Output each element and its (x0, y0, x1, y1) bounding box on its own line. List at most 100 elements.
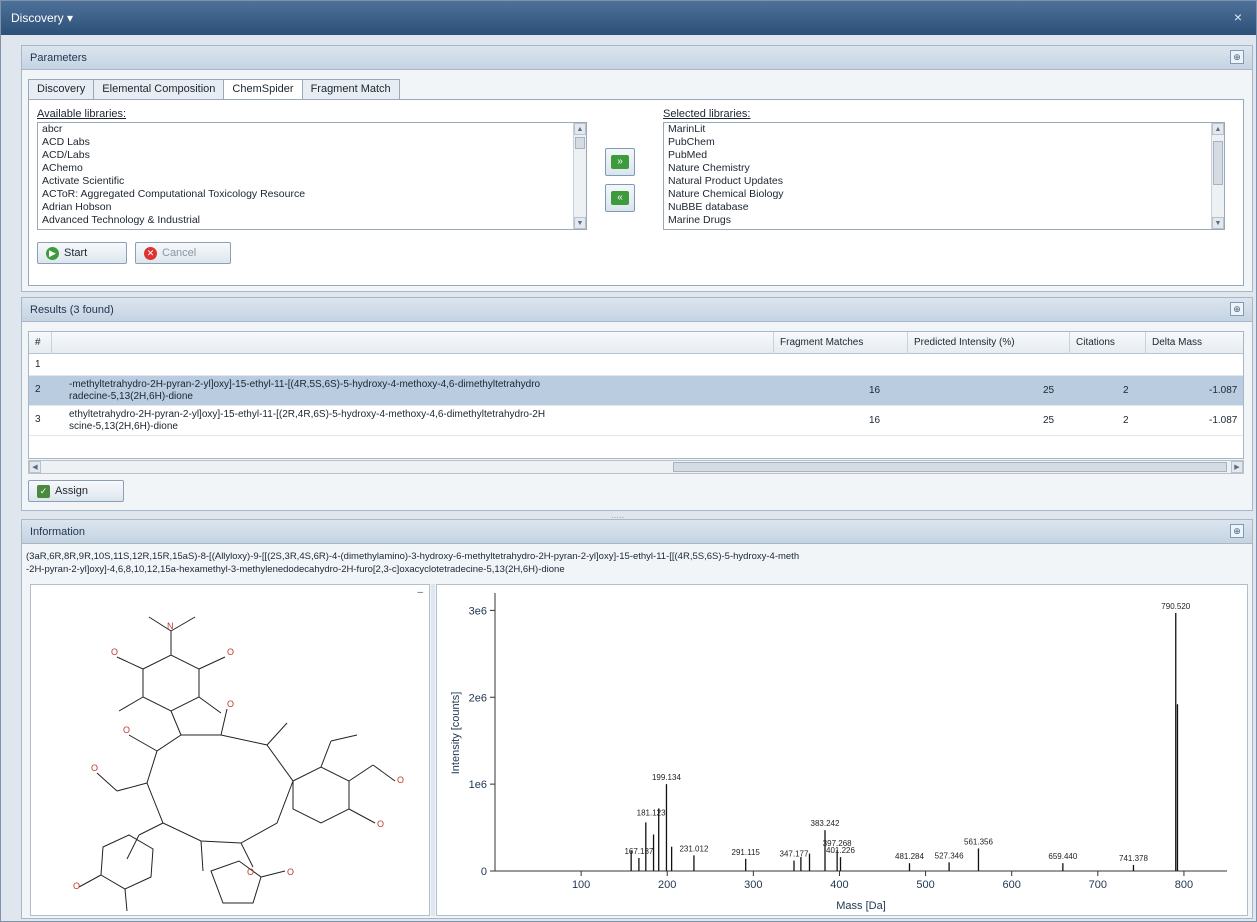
table-row[interactable]: 2 -methyltetrahydro-2H-pyran-2-yl]oxy]-1… (29, 376, 1243, 406)
selected-libraries-list[interactable]: MarinLit PubChem PubMed Nature Chemistry… (663, 122, 1225, 230)
available-libraries-label: Available libraries: (37, 108, 127, 120)
compound-name: (3aR,6R,8R,9R,10S,11S,12R,15R,15aS)-8-[(… (26, 550, 1248, 576)
list-item[interactable]: Activate Scientific (38, 175, 586, 188)
column-header-name[interactable] (51, 332, 773, 354)
svg-text:O: O (91, 763, 98, 773)
x-ticks: 100 200 300 400 500 600 700 800 (572, 871, 1193, 891)
scroll-up-icon[interactable]: ▲ (1212, 123, 1224, 135)
list-item[interactable]: PubMed (664, 149, 1224, 162)
results-panel: Results (3 found) ⊕ # Fragment Matches P… (21, 297, 1253, 511)
x-axis-label: Mass [Da] (836, 900, 886, 912)
list-item[interactable]: ACToR: Aggregated Computational Toxicolo… (38, 188, 586, 201)
x-tick-label: 200 (658, 879, 676, 891)
peak-label: 231.012 (679, 844, 708, 853)
column-header-citations[interactable]: Citations (1069, 332, 1145, 354)
list-item[interactable]: ACD Labs (38, 136, 586, 149)
list-item[interactable]: ACD/Labs (38, 149, 586, 162)
list-item[interactable]: PubChem (664, 136, 1224, 149)
tab-elemental-composition[interactable]: Elemental Composition (93, 79, 225, 99)
list-item[interactable]: Nature Chemistry (664, 162, 1224, 175)
row-delta-mass: -1.087 (1209, 385, 1238, 396)
scroll-thumb[interactable] (673, 462, 1227, 472)
table-row[interactable]: 3 ethyltetrahydro-2H-pyran-2-yl]oxy]-15-… (29, 406, 1243, 436)
x-tick-label: 700 (1089, 879, 1107, 891)
column-header-predicted-intensity[interactable]: Predicted Intensity (%) (907, 332, 1069, 354)
mass-spectrum-chart[interactable]: 100 200 300 400 500 600 700 800 0 1e6 2e6 3e6 167.… (436, 584, 1248, 916)
peak-label: 790.520 (1161, 602, 1190, 611)
collapse-icon[interactable]: ⊕ (1230, 50, 1244, 64)
scroll-up-icon[interactable]: ▲ (574, 123, 586, 135)
peak-label: 181.123 (637, 808, 666, 817)
structure-viewer[interactable]: N O O O O O O O O O O – (30, 584, 430, 916)
list-item[interactable]: abcr (38, 123, 586, 136)
scroll-thumb[interactable] (575, 137, 585, 149)
tab-chemspider[interactable]: ChemSpider (223, 79, 303, 100)
collapse-icon[interactable]: ⊕ (1230, 302, 1244, 316)
scroll-left-icon[interactable]: ◀ (29, 461, 41, 473)
information-splitter[interactable] (431, 584, 435, 916)
list-item[interactable]: Marine Drugs (664, 214, 1224, 227)
list-item[interactable]: Advanced Technology & Industrial (38, 214, 586, 227)
row-name-continued: scine-5,13(2H,6H)-dione (69, 421, 178, 432)
y-tick-label: 0 (481, 866, 487, 878)
row-name: -methyltetrahydro-2H-pyran-2-yl]oxy]-15-… (69, 379, 541, 390)
start-button[interactable]: ▶ Start (37, 242, 127, 264)
column-header-fragment-matches[interactable]: Fragment Matches (773, 332, 907, 354)
collapse-icon[interactable]: ⊕ (1230, 524, 1244, 538)
scroll-down-icon[interactable]: ▼ (1212, 217, 1224, 229)
information-panel: Information ⊕ (3aR,6R,8R,9R,10S,11S,12R,… (21, 519, 1253, 919)
svg-text:O: O (397, 775, 404, 785)
parameters-tabs: Discovery Elemental Composition ChemSpid… (28, 79, 400, 100)
list-item[interactable]: Nature Chemical Biology (664, 188, 1224, 201)
tab-discovery[interactable]: Discovery (28, 79, 95, 99)
double-arrow-right-icon: » (611, 155, 629, 169)
parameters-title: Parameters (30, 52, 87, 64)
row-delta-mass: -1.087 (1209, 415, 1238, 426)
peak-label: 481.284 (895, 852, 924, 861)
list-item[interactable]: NuBBE database (664, 201, 1224, 214)
scroll-thumb[interactable] (1213, 141, 1223, 185)
svg-text:N: N (167, 621, 174, 631)
parameters-panel: Parameters ⊕ Discovery Elemental Composi… (21, 45, 1253, 292)
x-tick-label: 800 (1175, 879, 1193, 891)
scroll-right-icon[interactable]: ▶ (1231, 461, 1243, 473)
double-arrow-left-icon: « (611, 191, 629, 205)
scroll-down-icon[interactable]: ▼ (574, 217, 586, 229)
assign-icon: ✓ (37, 484, 50, 498)
results-title: Results (3 found) (30, 304, 114, 316)
svg-text:O: O (123, 725, 130, 735)
row-predicted-intensity: 25 (1043, 415, 1055, 426)
assign-button[interactable]: ✓ Assign (28, 480, 124, 502)
list-item[interactable]: MarinLit (664, 123, 1224, 136)
svg-text:O: O (227, 699, 234, 709)
tab-fragment-match[interactable]: Fragment Match (301, 79, 400, 99)
start-label: Start (64, 247, 88, 259)
y-ticks: 0 1e6 2e6 3e6 (469, 605, 495, 878)
remove-library-button[interactable]: « (605, 184, 635, 212)
x-tick-label: 100 (572, 879, 590, 891)
row-predicted-intensity: 25 (1043, 385, 1055, 396)
column-header-delta-mass[interactable]: Delta Mass (1145, 332, 1243, 354)
selected-scrollbar[interactable]: ▲ ▼ (1211, 123, 1224, 229)
add-library-button[interactable]: » (605, 148, 635, 176)
x-tick-label: 300 (744, 879, 762, 891)
cancel-button[interactable]: ✕ Cancel (135, 242, 231, 264)
peak-labels: 167.137 199.134 231.012 291.115 347.177 383.2… (624, 602, 1190, 863)
column-header-index[interactable]: # (29, 332, 51, 354)
list-item[interactable]: Natural Product Updates (664, 175, 1224, 188)
available-libraries-list[interactable]: abcr ACD Labs ACD/Labs AChemo Activate S… (37, 122, 587, 230)
close-icon[interactable]: × (1234, 9, 1242, 25)
selected-libraries-label: Selected libraries: (663, 108, 751, 120)
x-tick-label: 500 (916, 879, 934, 891)
available-scrollbar[interactable]: ▲ ▼ (573, 123, 586, 229)
assign-label: Assign (55, 485, 89, 497)
results-horizontal-scrollbar[interactable]: ◀ ▶ (28, 460, 1244, 474)
structure-menu-icon[interactable]: – (417, 587, 423, 598)
table-row[interactable]: 1 (29, 354, 1243, 376)
row-name-continued: radecine-5,13(2H,6H)-dione (69, 391, 193, 402)
window-title[interactable]: Discovery ▾ (11, 11, 73, 25)
list-item[interactable]: AChemo (38, 162, 586, 175)
list-item[interactable]: Adrian Hobson (38, 201, 586, 214)
peak-label: 527.346 (935, 851, 964, 860)
spectrum-peaks (630, 612, 1179, 871)
